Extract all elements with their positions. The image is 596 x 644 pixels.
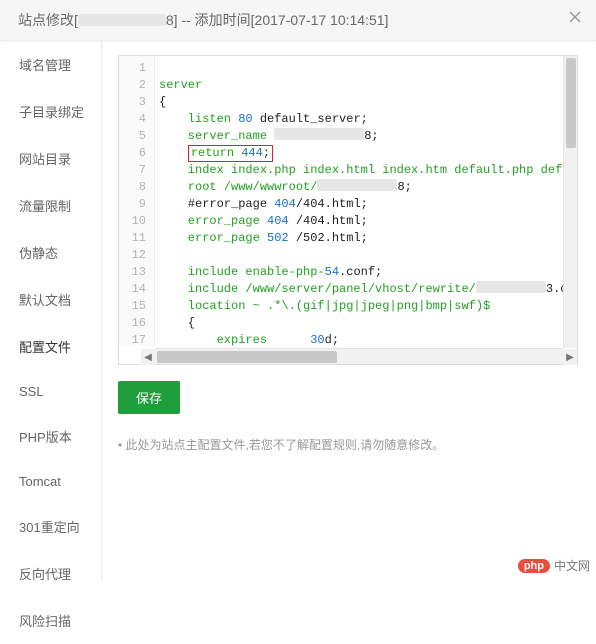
sidebar-item-proxy[interactable]: 反向代理 [0,550,101,597]
save-button[interactable]: 保存 [118,381,180,414]
watermark: php 中文网 [518,557,590,574]
sidebar-item-webdir[interactable]: 网站目录 [0,135,101,182]
code-editor[interactable]: 1234567891011121314151617 server { liste… [118,55,578,365]
main-panel: 1234567891011121314151617 server { liste… [102,41,596,581]
header-prefix: 站点修改[ [18,12,78,28]
sidebar-item-301[interactable]: 301重定向 [0,503,101,550]
sidebar-item-php[interactable]: PHP版本 [0,413,101,460]
sidebar-item-tomcat[interactable]: Tomcat [0,460,101,503]
sidebar-item-subdir[interactable]: 子目录绑定 [0,88,101,135]
sidebar-item-traffic[interactable]: 流量限制 [0,182,101,229]
watermark-text: 中文网 [554,557,590,574]
scrollbar-horizontal[interactable]: ◀ ▶ [155,348,563,364]
scrollbar-thumb-v[interactable] [566,58,576,148]
header-mask [78,14,166,26]
header-suffix: 8] -- 添加时间[2017-07-17 10:14:51] [166,12,389,28]
sidebar-item-domain[interactable]: 域名管理 [0,41,101,88]
sidebar-item-defaultdoc[interactable]: 默认文档 [0,276,101,323]
sidebar: 域名管理 子目录绑定 网站目录 流量限制 伪静态 默认文档 配置文件 SSL P… [0,41,102,581]
close-icon[interactable] [564,6,586,28]
sidebar-item-ssl[interactable]: SSL [0,370,101,413]
highlighted-return: return 444; [188,145,273,162]
scroll-right-icon[interactable]: ▶ [563,349,577,365]
php-logo: php [518,559,550,573]
scrollbar-thumb-h[interactable] [157,351,337,363]
line-gutter: 1234567891011121314151617 [119,56,155,346]
config-hint: 此处为站点主配置文件,若您不了解配置规则,请勿随意修改。 [118,436,596,453]
code-content[interactable]: server { listen 80 default_server; serve… [159,60,577,346]
sidebar-item-scan[interactable]: 风险扫描 [0,597,101,644]
scrollbar-vertical[interactable] [563,56,577,348]
modal-header: 站点修改[ 8] -- 添加时间[2017-07-17 10:14:51] [0,0,596,41]
sidebar-item-config[interactable]: 配置文件 [0,323,101,370]
scroll-left-icon[interactable]: ◀ [141,349,155,365]
sidebar-item-rewrite[interactable]: 伪静态 [0,229,101,276]
